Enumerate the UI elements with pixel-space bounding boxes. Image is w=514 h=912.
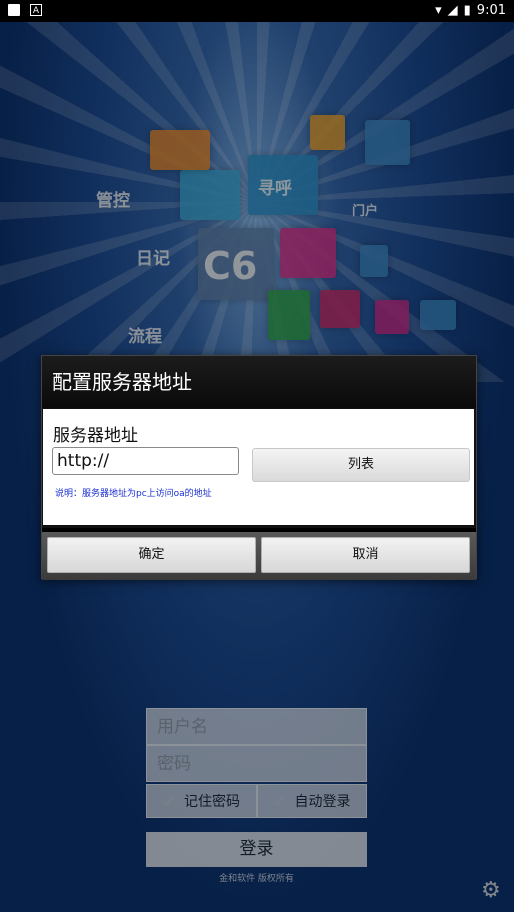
- ok-button[interactable]: 确定: [47, 537, 256, 573]
- battery-icon: ▮: [463, 3, 471, 18]
- server-config-dialog: 配置服务器地址 服务器地址 列表 说明：服务器地址为pc上访问oa的地址 确定 …: [41, 355, 477, 580]
- cancel-button[interactable]: 取消: [261, 537, 470, 573]
- signal-icon: ◢: [447, 3, 458, 18]
- server-address-input[interactable]: [52, 447, 239, 475]
- wifi-icon: ▾: [435, 3, 442, 18]
- clock: 9:01: [476, 3, 506, 18]
- dialog-button-bar: 确定 取消: [42, 528, 476, 580]
- notification-square-icon: [8, 4, 20, 16]
- list-button[interactable]: 列表: [252, 448, 470, 482]
- hint-text: 说明：服务器地址为pc上访问oa的地址: [55, 489, 212, 499]
- status-bar: A ▾ ◢ ▮ 9:01: [0, 0, 514, 22]
- server-address-label: 服务器地址: [53, 426, 138, 446]
- notification-a-icon: A: [30, 4, 42, 16]
- dialog-body: 服务器地址 列表 说明：服务器地址为pc上访问oa的地址: [43, 409, 474, 525]
- dialog-title: 配置服务器地址: [42, 356, 476, 408]
